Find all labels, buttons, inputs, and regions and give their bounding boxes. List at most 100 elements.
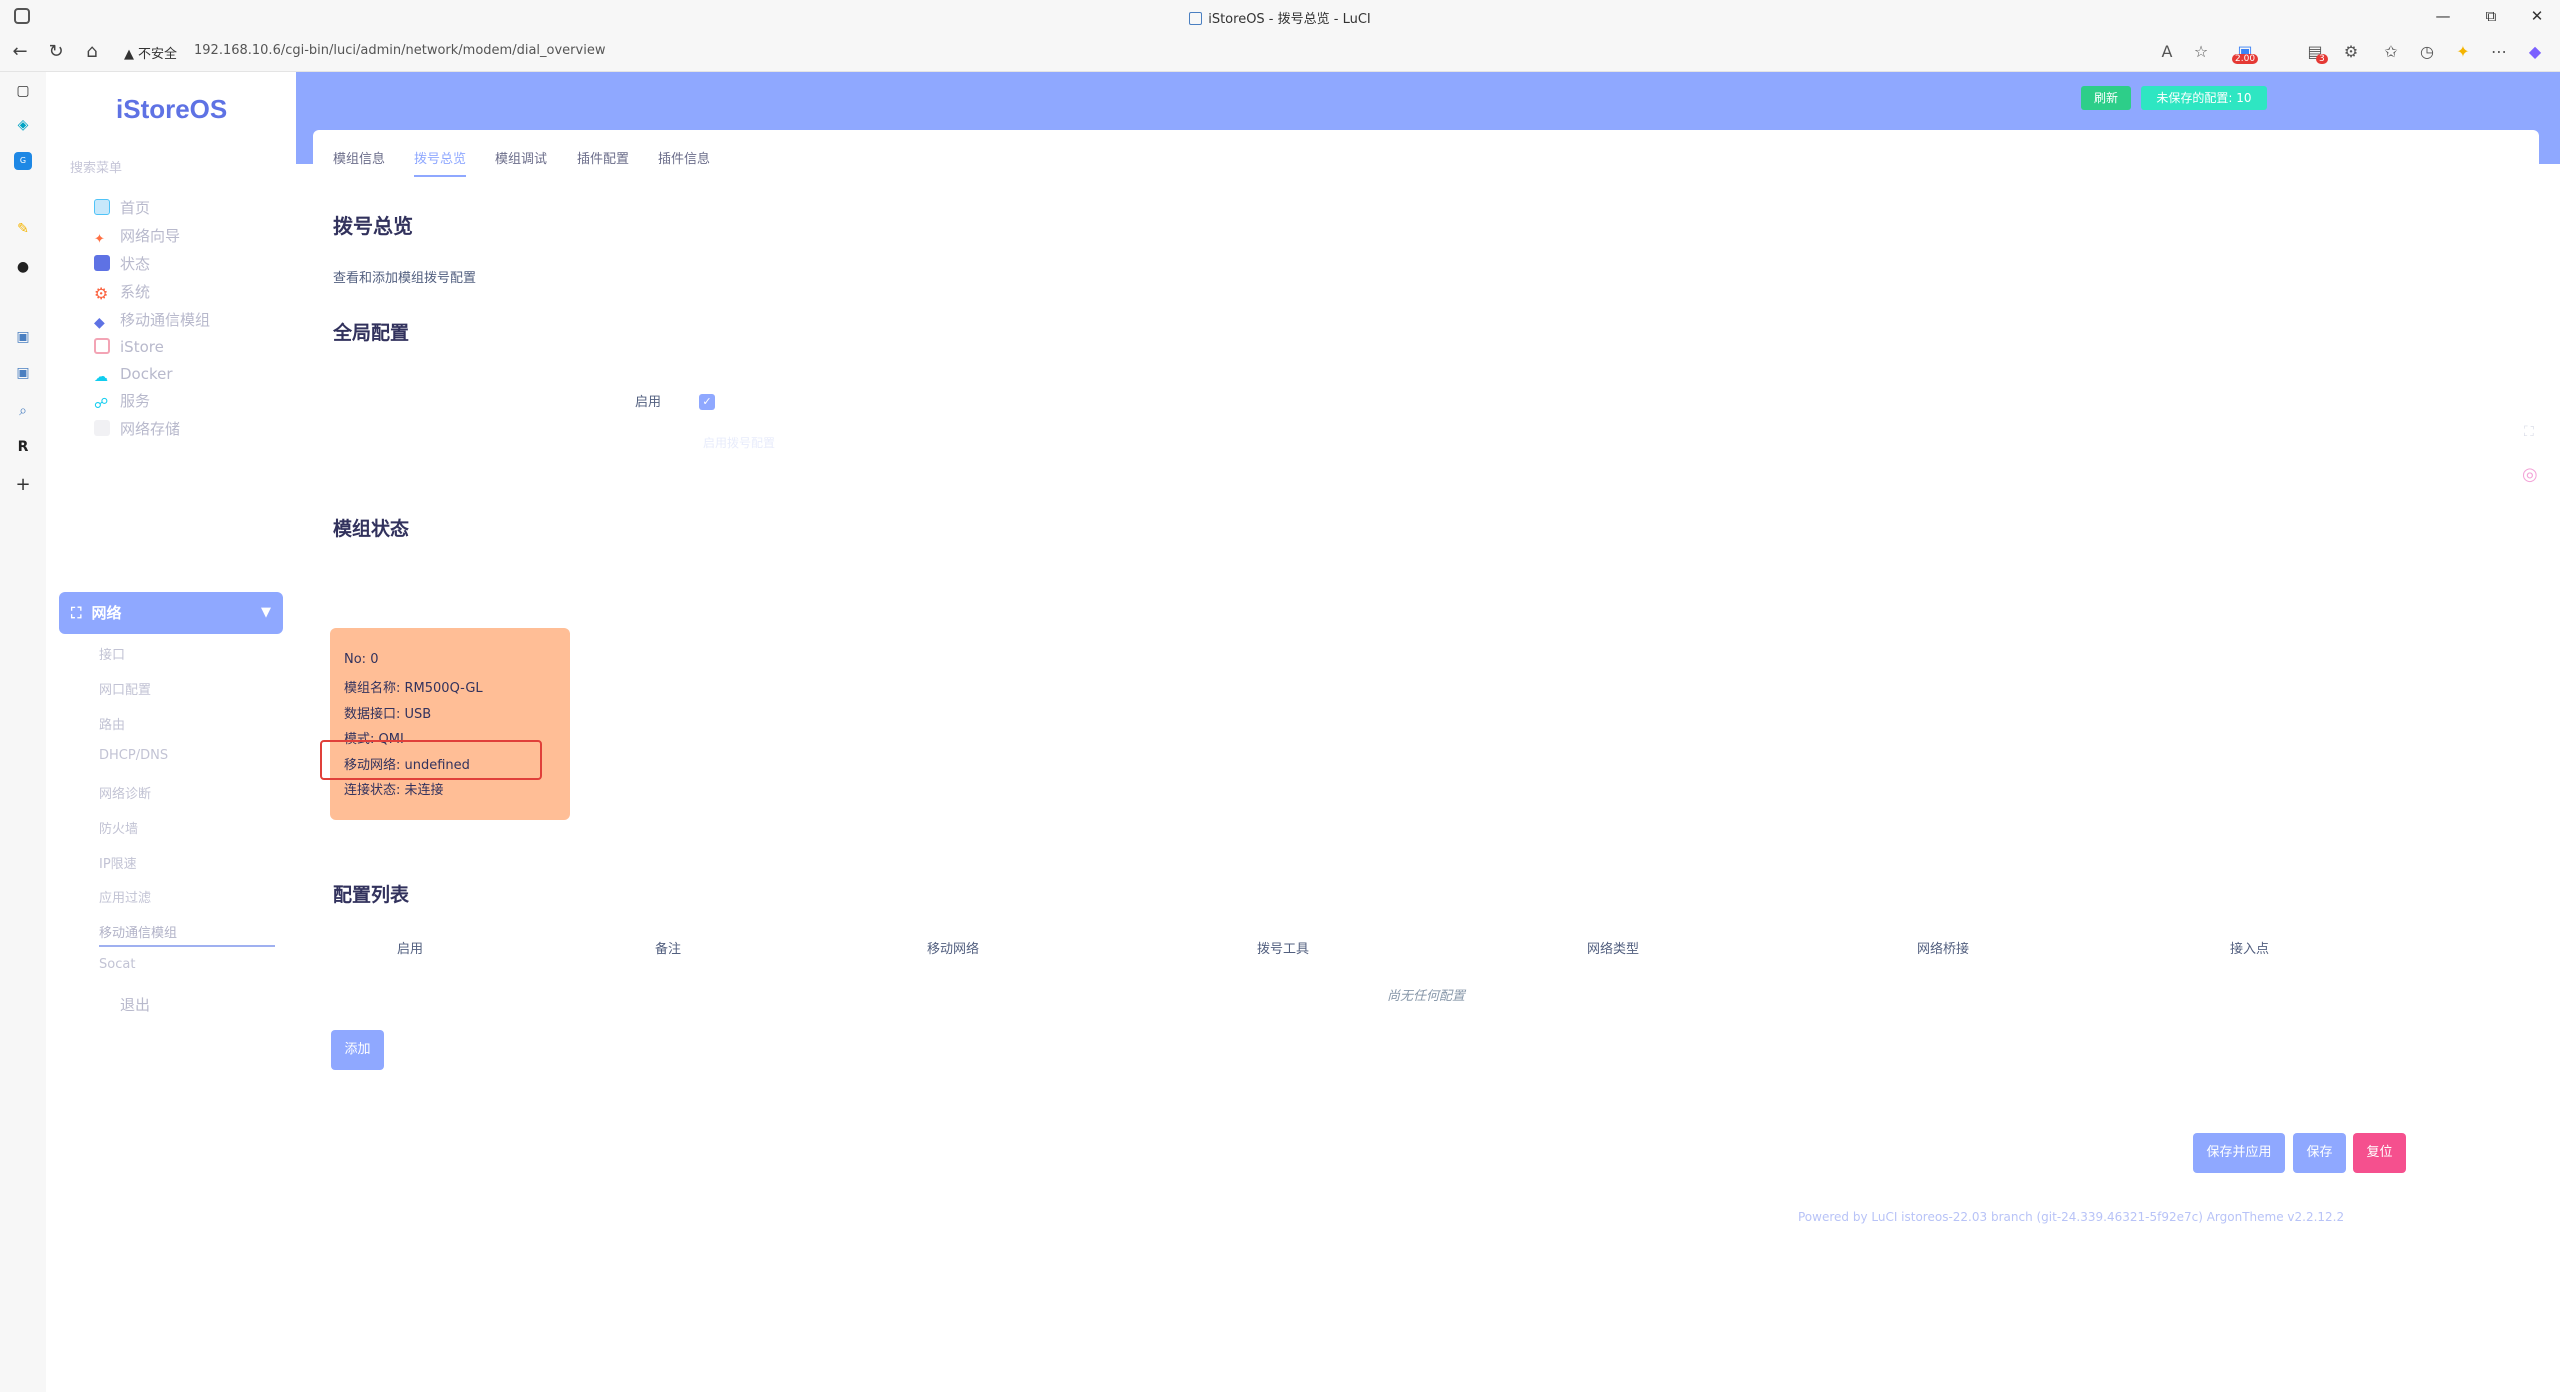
nav-item-network[interactable]: ⛶ 网络 ▼ xyxy=(59,592,283,634)
chevron-down-icon: ▼ xyxy=(261,605,271,620)
more-menu-icon[interactable]: ⋯ xyxy=(2488,41,2510,63)
column-enable: 启用 xyxy=(397,942,424,957)
copilot-icon[interactable]: ◆ xyxy=(2524,41,2546,63)
add-icon[interactable]: + xyxy=(14,476,32,494)
column-network-type: 网络类型 xyxy=(1587,942,1640,957)
search-icon[interactable]: ⌕ xyxy=(14,402,32,420)
storage-icon xyxy=(94,420,110,436)
app-tag-icon[interactable]: G xyxy=(14,152,32,170)
favorite-star-icon[interactable]: ☆ xyxy=(2190,41,2212,63)
pin-icon[interactable]: ✎ xyxy=(14,220,32,238)
sub-item-interfaces[interactable]: 接口 xyxy=(99,644,125,663)
back-icon[interactable]: ← xyxy=(8,40,32,64)
sub-item-ip-limit[interactable]: IP限速 xyxy=(99,853,137,872)
browser-side-rail: ▢ ◈ G ✎ ● ▣ ▣ ⌕ R + xyxy=(0,72,46,1392)
nav-item-services[interactable]: ☍ 服务 xyxy=(70,386,290,416)
tab-plugin-config[interactable]: 插件配置 xyxy=(577,148,629,167)
config-list-title: 配置列表 xyxy=(333,884,410,906)
nav-item-home[interactable]: 首页 xyxy=(70,193,290,223)
main-card: 模组信息 拨号总览 模组调试 插件配置 插件信息 拨号总览 查看和添加模组拨号配… xyxy=(313,130,2539,1350)
gear-icon: ⚙ xyxy=(94,284,109,303)
page-b-icon[interactable]: ▣ xyxy=(14,364,32,382)
add-button[interactable]: 添加 xyxy=(331,1030,384,1070)
luci-page: 刷新 未保存的配置: 10 iStoreOS 搜索菜单 首页 ✦ 网络向导 状态 … xyxy=(46,72,2560,1392)
github-icon[interactable]: ● xyxy=(14,258,32,276)
module-status-card: No: 0 模组名称: RM500Q-GL 数据接口: USB 模式: QMI … xyxy=(330,628,570,820)
reload-icon[interactable]: ↻ xyxy=(44,40,68,64)
page-title: 拨号总览 xyxy=(333,214,413,238)
column-network-bridge: 网络桥接 xyxy=(1917,942,1970,957)
sub-item-socat[interactable]: Socat xyxy=(99,957,135,972)
dashboard-icon xyxy=(94,255,110,271)
empty-table-message: 尚无任何配置 xyxy=(1387,989,1466,1004)
column-apn: 接入点 xyxy=(2230,942,2270,957)
enable-checkbox[interactable]: ✓ xyxy=(699,394,715,410)
minimize-button[interactable]: — xyxy=(2426,4,2460,28)
unsaved-changes-button[interactable]: 未保存的配置: 10 xyxy=(2141,86,2267,110)
url-input[interactable]: 192.168.10.6/cgi-bin/luci/admin/network/… xyxy=(194,43,605,58)
enable-hint: 启用拨号配置 xyxy=(703,436,776,450)
docker-icon: ☁ xyxy=(94,369,108,385)
close-button[interactable]: ✕ xyxy=(2520,4,2554,28)
favorites-icon[interactable]: ✩ xyxy=(2380,41,2402,63)
extensions-puzzle-icon[interactable]: ⚙ xyxy=(2340,41,2362,63)
window-title: iStoreOS - 拨号总览 - LuCI xyxy=(0,8,2560,27)
tab-plugin-info[interactable]: 插件信息 xyxy=(658,148,710,167)
highlight-box xyxy=(320,740,542,780)
tab-module-info[interactable]: 模组信息 xyxy=(333,148,385,167)
sub-item-firewall[interactable]: 防火墙 xyxy=(99,818,138,837)
nav-item-logout[interactable]: 退出 xyxy=(70,990,290,1020)
expand-icon[interactable]: ⛶ xyxy=(2524,424,2534,440)
status-module-name: 模组名称: RM500Q-GL xyxy=(344,681,483,696)
sub-item-port-config[interactable]: 网口配置 xyxy=(99,679,151,698)
sub-item-modem[interactable]: 移动通信模组 xyxy=(99,922,275,947)
column-dial-tool: 拨号工具 xyxy=(1257,942,1310,957)
wizard-icon: ✦ xyxy=(94,232,105,247)
warning-icon: ▲ xyxy=(124,47,134,62)
security-indicator[interactable]: ▲ 不安全 xyxy=(124,43,177,62)
brand-logo[interactable]: iStoreOS xyxy=(116,94,227,125)
reset-button[interactable]: 复位 xyxy=(2353,1133,2406,1173)
menu-search-input[interactable]: 搜索菜单 xyxy=(70,157,122,176)
refresh-button[interactable]: 刷新 xyxy=(2081,86,2131,110)
nav-item-storage[interactable]: 网络存储 xyxy=(70,414,290,444)
r-app-icon[interactable]: R xyxy=(14,438,32,456)
nav-item-docker[interactable]: ☁ Docker xyxy=(70,359,290,389)
network-icon: ⛶ xyxy=(71,604,82,622)
sidebar: iStoreOS 搜索菜单 首页 ✦ 网络向导 状态 ⚙ 系统 ◆ 移动通信模组 iS… xyxy=(46,72,296,1072)
sparkle-icon[interactable]: ✦ xyxy=(2452,41,2474,63)
history-icon[interactable]: ◷ xyxy=(2416,41,2438,63)
home-icon[interactable]: ⌂ xyxy=(80,40,104,64)
nav-item-modem[interactable]: ◆ 移动通信模组 xyxy=(70,305,290,335)
app-shield-icon[interactable]: ◈ xyxy=(14,116,32,134)
browser-title-bar: iStoreOS - 拨号总览 - LuCI — ⧉ ✕ xyxy=(0,0,2560,32)
logout-icon xyxy=(94,996,110,1012)
module-status-title: 模组状态 xyxy=(333,518,410,540)
tab-module-debug[interactable]: 模组调试 xyxy=(495,148,547,167)
sub-item-dhcp-dns[interactable]: DHCP/DNS xyxy=(99,748,168,763)
global-config-title: 全局配置 xyxy=(333,322,410,344)
status-no: No: 0 xyxy=(344,652,379,667)
floating-assistant-icon[interactable]: ◎ xyxy=(2522,464,2538,485)
tab-dial-overview[interactable]: 拨号总览 xyxy=(414,148,467,177)
enable-label: 启用 xyxy=(635,395,662,410)
save-apply-button[interactable]: 保存并应用 xyxy=(2193,1133,2285,1173)
page-description: 查看和添加模组拨号配置 xyxy=(333,271,477,286)
tab-actions-icon[interactable]: ▢ xyxy=(14,82,32,100)
maximize-button[interactable]: ⧉ xyxy=(2474,4,2508,28)
nav-item-wizard[interactable]: ✦ 网络向导 xyxy=(70,221,290,251)
sub-item-diagnostics[interactable]: 网络诊断 xyxy=(99,783,151,802)
page-a-icon[interactable]: ▣ xyxy=(14,328,32,346)
favicon-icon xyxy=(1189,12,1203,25)
cube-icon: ◆ xyxy=(94,315,105,331)
nav-item-system[interactable]: ⚙ 系统 xyxy=(70,277,290,307)
column-mobile-network: 移动网络 xyxy=(927,942,980,957)
save-button[interactable]: 保存 xyxy=(2293,1133,2346,1173)
nav-item-istore[interactable]: iStore xyxy=(70,332,290,362)
nav-item-status[interactable]: 状态 xyxy=(70,249,290,279)
status-connection: 连接状态: 未连接 xyxy=(344,783,444,798)
sub-item-app-filter[interactable]: 应用过滤 xyxy=(99,887,151,906)
sub-item-routes[interactable]: 路由 xyxy=(99,714,125,733)
read-aloud-icon[interactable]: A xyxy=(2156,41,2178,63)
notification-badge: 3 xyxy=(2316,54,2328,64)
